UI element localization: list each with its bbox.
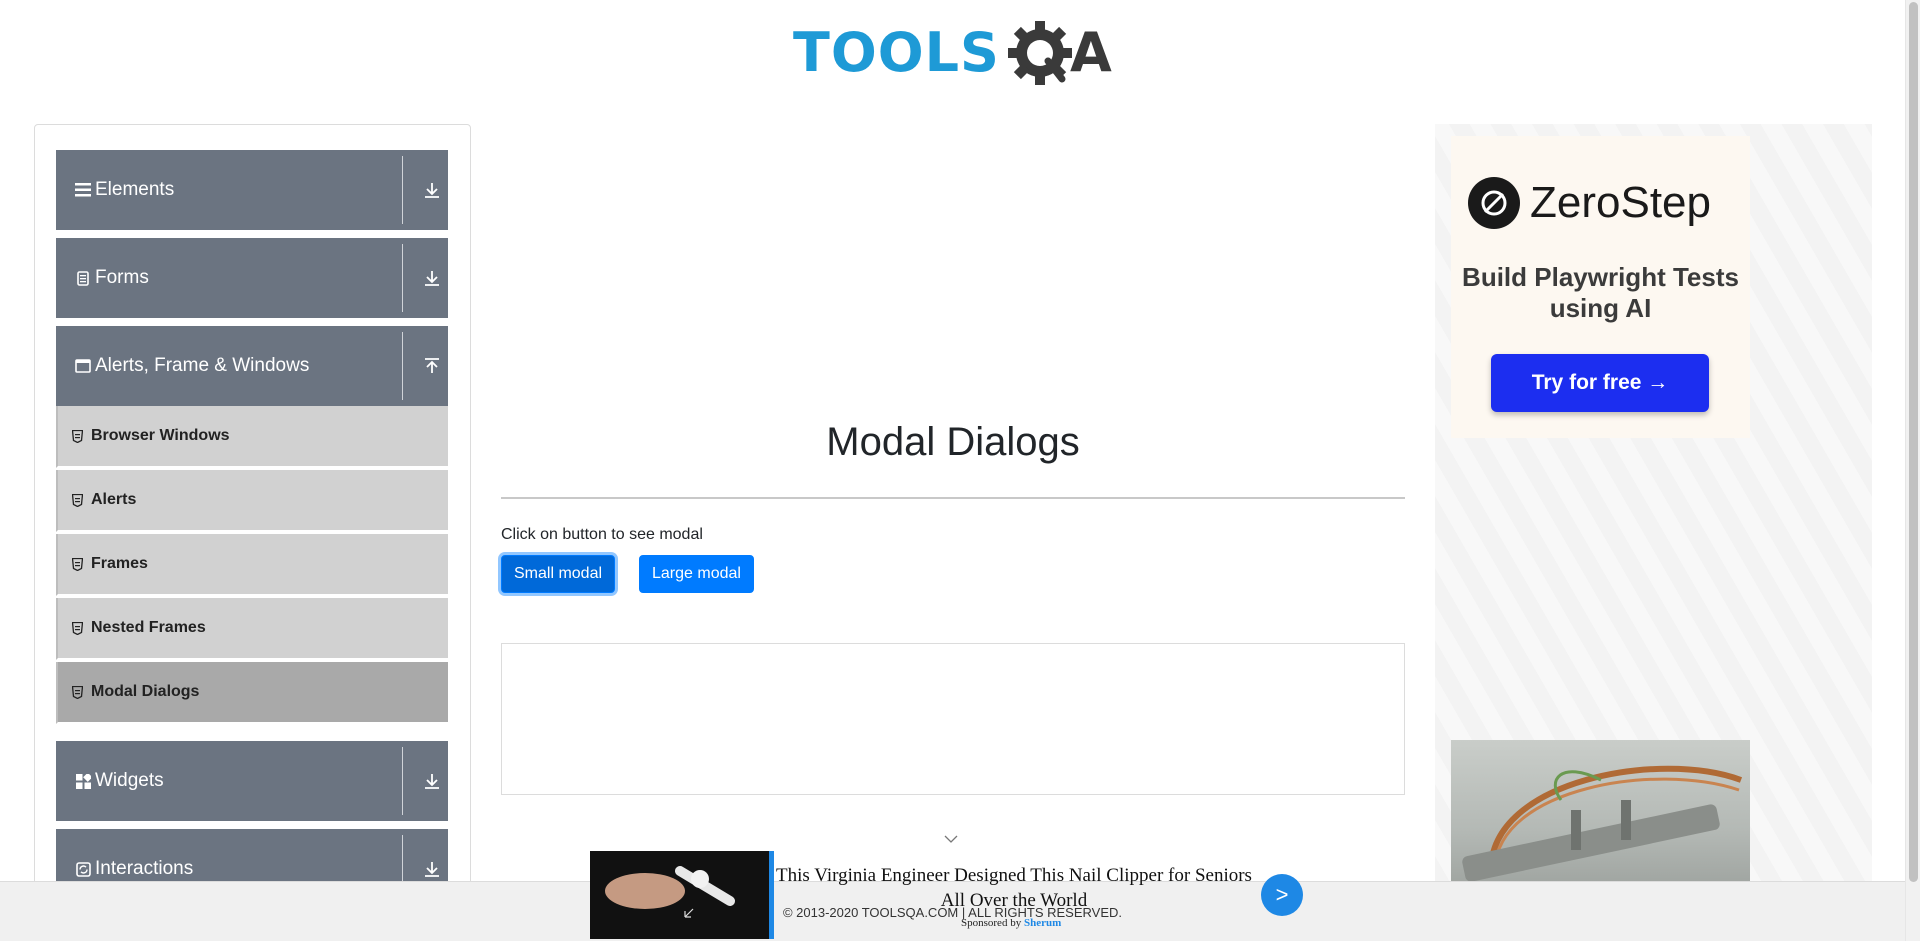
sidebar-group-label: Elements bbox=[95, 179, 175, 200]
download-arrow-icon bbox=[425, 774, 439, 789]
page: TOOLS A Elements Forms Alerts, Frame & W… bbox=[0, 0, 1920, 941]
divider bbox=[402, 156, 403, 224]
hamburger-icon bbox=[74, 181, 92, 199]
sidebar-item-label: Nested Frames bbox=[91, 619, 206, 636]
interactions-icon bbox=[74, 860, 92, 878]
html5-icon bbox=[70, 684, 84, 700]
window-icon bbox=[74, 357, 92, 375]
sidebar-item-alerts[interactable]: Alerts bbox=[56, 470, 448, 532]
ad-headline[interactable]: This Virginia Engineer Designed This Nai… bbox=[774, 863, 1254, 913]
sidebar-group-elements[interactable]: Elements bbox=[56, 150, 448, 230]
divider bbox=[402, 244, 403, 312]
widgets-icon bbox=[74, 772, 92, 790]
html5-icon bbox=[70, 620, 84, 636]
logo-text-tools: TOOLS bbox=[793, 21, 1000, 84]
sponsored-by-label: Sponsored by bbox=[961, 917, 1022, 929]
instruction-text: Click on button to see modal bbox=[501, 526, 703, 543]
left-sidebar: Elements Forms Alerts, Frame & Windows B… bbox=[34, 124, 471, 941]
large-modal-button[interactable]: Large modal bbox=[639, 555, 754, 593]
sidebar-item-browser-windows[interactable]: Browser Windows bbox=[56, 406, 448, 468]
sidebar-item-label: Frames bbox=[91, 555, 148, 572]
html5-icon bbox=[70, 492, 84, 508]
ad-thumbnail-art bbox=[605, 866, 735, 918]
chevron-down-icon[interactable] bbox=[943, 831, 959, 847]
sidebar-item-frames[interactable]: Frames bbox=[56, 534, 448, 596]
sponsored-by: Sponsored by Sherum bbox=[961, 917, 1061, 929]
ad-image-art bbox=[1462, 765, 1743, 882]
try-for-free-button[interactable]: Try for free → bbox=[1491, 354, 1709, 412]
sidebar-item-modal-dialogs[interactable]: Modal Dialogs bbox=[56, 662, 448, 724]
zerostep-mark-icon bbox=[1468, 177, 1520, 229]
ad-placeholder bbox=[501, 643, 1405, 795]
sidebar-item-label: Alerts bbox=[91, 491, 137, 508]
sidebar-group-label: Widgets bbox=[95, 770, 164, 791]
sidebar-group-label: Interactions bbox=[95, 858, 194, 879]
download-arrow-icon bbox=[425, 862, 439, 877]
upload-arrow-icon bbox=[425, 358, 439, 373]
vertical-scrollbar[interactable] bbox=[1905, 0, 1920, 941]
page-title: Modal Dialogs bbox=[826, 420, 1080, 464]
zerostep-ad[interactable]: ZeroStep Build Playwright Tests using AI… bbox=[1451, 136, 1750, 438]
sidebar-item-label: Browser Windows bbox=[91, 427, 230, 444]
download-arrow-icon bbox=[425, 271, 439, 286]
logo-text-a: A bbox=[1069, 21, 1112, 84]
next-arrow-button[interactable]: > bbox=[1261, 874, 1303, 916]
sidebar-group-label: Alerts, Frame & Windows bbox=[95, 355, 310, 376]
title-divider bbox=[501, 497, 1405, 499]
small-modal-button[interactable]: Small modal bbox=[501, 555, 616, 593]
download-arrow-icon bbox=[425, 183, 439, 198]
sidebar-item-label: Modal Dialogs bbox=[91, 683, 200, 700]
sidebar-group-alerts-frame-windows[interactable]: Alerts, Frame & Windows bbox=[56, 326, 448, 406]
sidebar-item-nested-frames[interactable]: Nested Frames bbox=[56, 598, 448, 660]
document-icon bbox=[74, 269, 92, 287]
zerostep-logo: ZeroStep bbox=[1468, 177, 1711, 229]
gear-logo-icon bbox=[1007, 21, 1072, 85]
sticky-bottom-ad[interactable]: This Virginia Engineer Designed This Nai… bbox=[590, 851, 1305, 941]
sidebar-group-widgets[interactable]: Widgets bbox=[56, 741, 448, 821]
zerostep-tagline: Build Playwright Tests using AI bbox=[1462, 262, 1739, 323]
ad-thumbnail[interactable] bbox=[590, 851, 774, 939]
ad-image[interactable] bbox=[1451, 740, 1750, 890]
sidebar-group-forms[interactable]: Forms bbox=[56, 238, 448, 318]
html5-icon bbox=[70, 428, 84, 444]
scrollbar-thumb[interactable] bbox=[1909, 2, 1918, 882]
zerostep-brand: ZeroStep bbox=[1530, 178, 1711, 227]
sidebar-group-label: Forms bbox=[95, 267, 149, 288]
right-ad-column: ZeroStep Build Playwright Tests using AI… bbox=[1435, 124, 1872, 941]
divider bbox=[402, 747, 403, 815]
sponsor-name[interactable]: Sherum bbox=[1024, 917, 1061, 929]
toolsqa-logo[interactable]: TOOLS A bbox=[793, 15, 1117, 91]
divider bbox=[402, 332, 403, 400]
html5-icon bbox=[70, 556, 84, 572]
